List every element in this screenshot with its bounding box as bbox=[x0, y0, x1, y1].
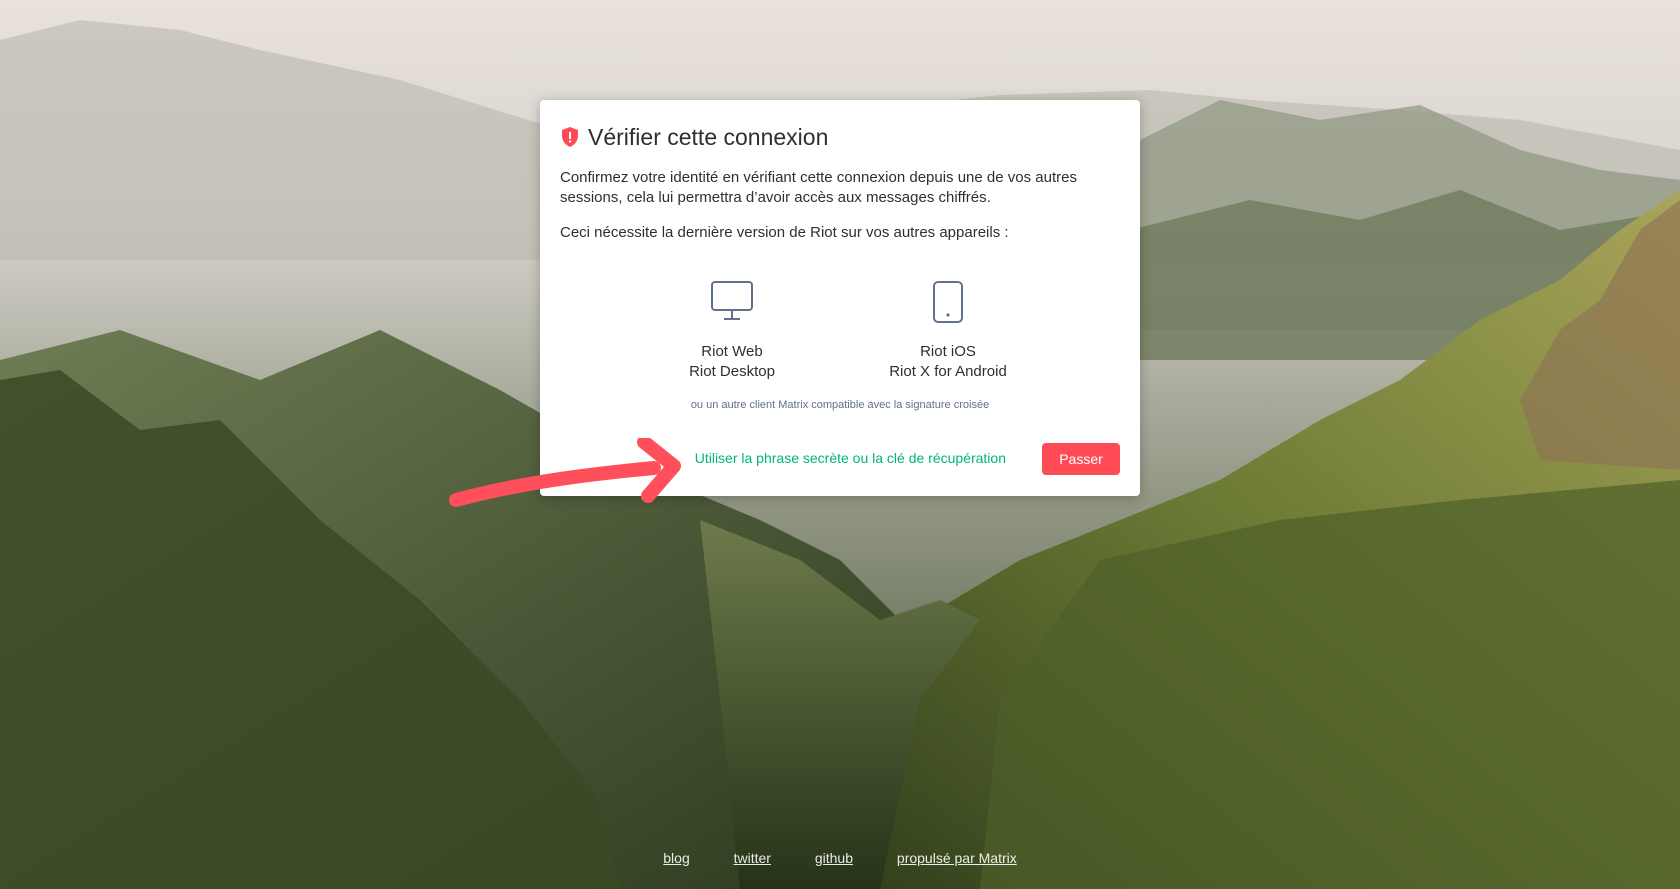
client-mobile-line1: Riot iOS bbox=[920, 343, 976, 360]
dialog-title: Vérifier cette connexion bbox=[588, 123, 829, 150]
desktop-icon bbox=[710, 280, 754, 328]
client-mobile-line2: Riot X for Android bbox=[889, 363, 1007, 380]
verify-session-dialog: Vérifier cette connexion Confirmez votre… bbox=[540, 100, 1140, 496]
shield-warning-icon bbox=[560, 126, 580, 148]
dialog-header: Vérifier cette connexion bbox=[560, 120, 1120, 154]
client-mobile: Riot iOS Riot X for Android bbox=[848, 280, 1048, 382]
client-desktop-line2: Riot Desktop bbox=[689, 363, 775, 380]
phone-icon bbox=[932, 280, 964, 330]
use-recovery-key-link[interactable]: Utiliser la phrase secrète ou la clé de … bbox=[695, 450, 1006, 466]
footer-link-blog[interactable]: blog bbox=[663, 850, 689, 866]
client-desktop: Riot Web Riot Desktop bbox=[632, 280, 832, 382]
client-list: Riot Web Riot Desktop Riot iOS Riot X fo… bbox=[540, 280, 1140, 390]
annotation-arrow bbox=[448, 435, 688, 518]
footer-link-twitter[interactable]: twitter bbox=[734, 850, 771, 866]
page-footer: blog twitter github propulsé par Matrix bbox=[0, 850, 1680, 866]
compatibility-note: ou un autre client Matrix compatible ave… bbox=[690, 399, 990, 411]
skip-button[interactable]: Passer bbox=[1042, 443, 1120, 475]
footer-link-github[interactable]: github bbox=[815, 850, 853, 866]
requirement-text: Ceci nécessite la dernière version de Ri… bbox=[560, 224, 1009, 241]
client-desktop-line1: Riot Web bbox=[701, 343, 763, 360]
footer-link-powered-by-matrix[interactable]: propulsé par Matrix bbox=[897, 850, 1017, 866]
dialog-description: Confirmez votre identité en vérifiant ce… bbox=[560, 169, 1077, 206]
